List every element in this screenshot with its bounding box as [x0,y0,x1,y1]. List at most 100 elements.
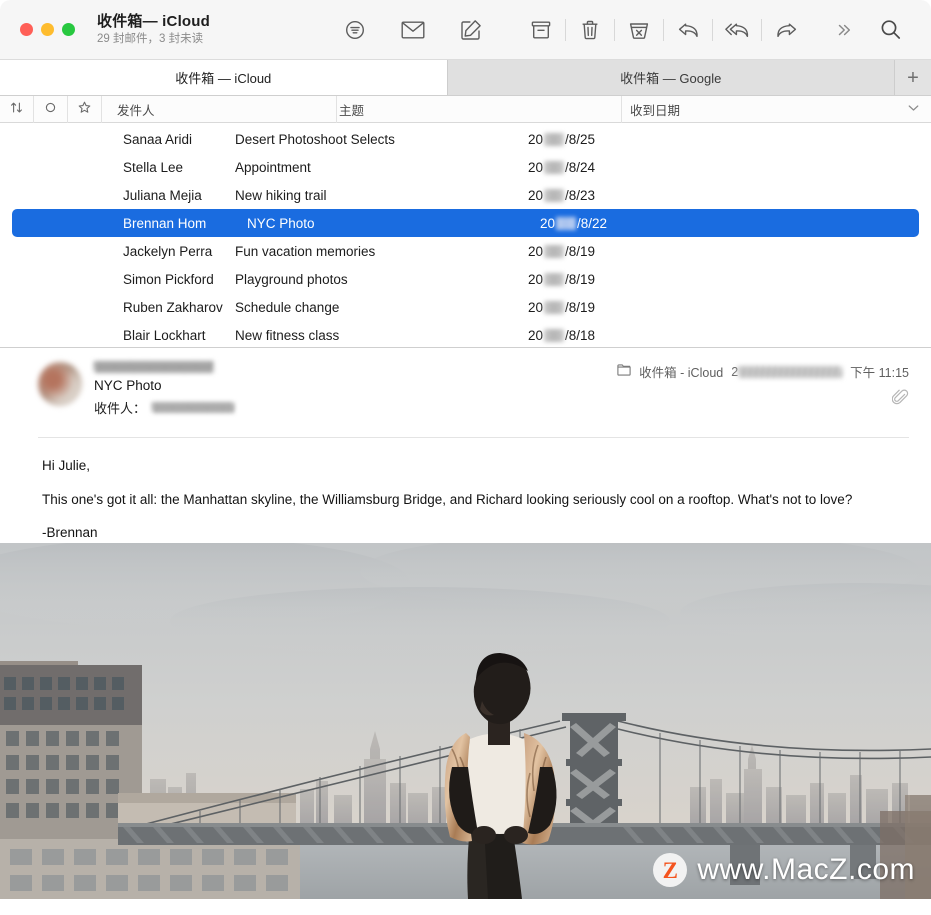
get-mail-button[interactable] [390,10,436,50]
watermark-text: www.MacZ.com [697,853,915,886]
zoom-button[interactable] [62,23,75,36]
reply-all-button[interactable] [714,10,760,50]
message-date-suffix: /8/19 [565,299,596,315]
folder-icon [617,364,631,379]
message-subject: NYC Photo [94,378,162,393]
message-row[interactable]: Blair Lockhart New fitness class 20/8/18 [0,321,931,347]
message-date-prefix: 20 [540,215,556,231]
message-date-suffix: /8/24 [565,159,596,175]
photo-attachment[interactable]: Z www.MacZ.com [0,543,931,899]
message-row[interactable]: Stella Lee Appointment 20/8/24 [0,153,931,181]
message-date-suffix: /8/19 [565,243,596,259]
traffic-lights [0,23,75,36]
compose-icon [460,19,482,41]
column-sort-order[interactable] [0,95,34,123]
recipient-label: 收件人： [94,401,147,416]
search-icon [879,18,902,41]
close-button[interactable] [20,23,33,36]
column-header-date[interactable]: 收到日期 [622,96,931,123]
reply-button[interactable] [665,10,711,50]
message-date: 20/8/25 [520,132,931,147]
get-mail-icon [401,20,425,40]
message-date-prefix: 20 [528,243,544,259]
tab-inbox-google[interactable]: 收件箱 — Google [447,60,895,95]
toolbar-buttons [332,10,931,50]
more-button[interactable] [821,10,867,50]
archive-button[interactable] [518,10,564,50]
message-sender: Simon Pickford [123,271,214,287]
message-header: NYC Photo 收件人： 收件箱 - iCloud 2 下午 11:15 [0,348,931,438]
message-subject-cell: New fitness class [235,327,340,343]
message-sender: Blair Lockhart [123,327,206,343]
message-row[interactable]: Simon Pickford Playground photos 20/8/19 [0,265,931,293]
message-row[interactable]: Juliana Mejia New hiking trail 20/8/23 [0,181,931,209]
trash-icon [579,19,601,41]
junk-button[interactable] [616,10,662,50]
message-sender: Juliana Mejia [123,187,202,203]
message-date: 20/8/23 [520,188,931,203]
mail-window: 收件箱— iCloud 29 封邮件，3 封未读 收件箱 — iCloud 收件… [0,0,931,915]
message-date-redacted [544,244,565,258]
message-subject-cell: Schedule change [235,299,340,315]
body-greeting: Hi Julie, [42,458,91,473]
column-header-subject[interactable]: 主题 [337,95,622,123]
window-toolbar: 收件箱— iCloud 29 封邮件，3 封未读 [0,0,931,60]
message-date-redacted [556,216,577,230]
forward-icon [775,20,798,40]
message-date-suffix: /8/25 [565,131,596,147]
macz-logo-icon: Z [653,853,688,887]
column-flag[interactable] [68,95,102,123]
forward-button[interactable] [763,10,809,50]
message-date-prefix: 20 [528,131,544,147]
chevron-down-icon [908,103,919,115]
message-date-suffix: /8/22 [577,215,608,231]
filter-icon [344,19,366,41]
message-header-divider [38,437,909,438]
message-body: Hi Julie, This one's got it all: the Man… [0,438,931,543]
reply-all-icon [724,20,750,40]
toolbar-divider [565,18,566,41]
paperclip-icon[interactable] [891,389,909,409]
column-header-date-label: 收到日期 [630,103,681,118]
body-paragraph: This one's got it all: the Manhattan sky… [42,491,853,507]
message-list[interactable]: Sanaa Aridi Desert Photoshoot Selects 20/8… [0,123,931,348]
message-row[interactable]: Sanaa Aridi Desert Photoshoot Selects 20/8… [0,125,931,153]
sort-arrows-icon [10,101,23,117]
message-date-redacted [544,160,565,174]
message-row[interactable]: Jackelyn Perra Fun vacation memories 20/8/… [0,237,931,265]
message-date-redacted [544,328,565,342]
column-unread[interactable] [34,95,68,123]
message-row[interactable]: Brennan Hom NYC Photo 20/8/22 [12,209,919,237]
message-row[interactable]: Ruben Zakharov Schedule change 20/8/19 [0,293,931,321]
message-date-suffix: /8/23 [565,187,596,203]
message-date: 20/8/19 [520,300,931,315]
message-subject-cell: Appointment [235,159,311,175]
message-subject-cell: NYC Photo [247,215,315,231]
message-subject-cell: Fun vacation memories [235,243,376,259]
message-date-prefix: 20 [528,327,544,343]
message-date-prefix: 20 [528,299,544,315]
window-title: 收件箱— iCloud [97,13,211,31]
toolbar-divider [663,18,664,41]
message-list-column-header: 发件人 主题 收到日期 [0,95,931,123]
tab-bar: 收件箱 — iCloud 收件箱 — Google + [0,60,931,96]
body-signature: -Brennan [42,525,98,541]
tab-inbox-icloud[interactable]: 收件箱 — iCloud [0,60,448,95]
column-header-sender[interactable]: 发件人 [102,95,337,123]
junk-icon [628,19,650,41]
trash-button[interactable] [567,10,613,50]
filter-button[interactable] [332,10,378,50]
toolbar-divider [761,18,762,41]
new-tab-button[interactable]: + [895,60,931,95]
message-sender: Sanaa Aridi [123,131,193,147]
window-subtitle: 29 封邮件，3 封未读 [97,32,204,45]
minimize-button[interactable] [41,23,54,36]
message-sender: Ruben Zakharov [123,299,223,315]
reply-icon [677,20,700,40]
message-date: 20/8/18 [520,328,931,343]
message-meta: 收件箱 - iCloud 2 下午 11:15 [617,362,909,381]
search-button[interactable] [867,10,913,50]
message-time: 下午 11:15 [850,366,909,380]
compose-button[interactable] [448,10,494,50]
photo-image [0,543,931,899]
